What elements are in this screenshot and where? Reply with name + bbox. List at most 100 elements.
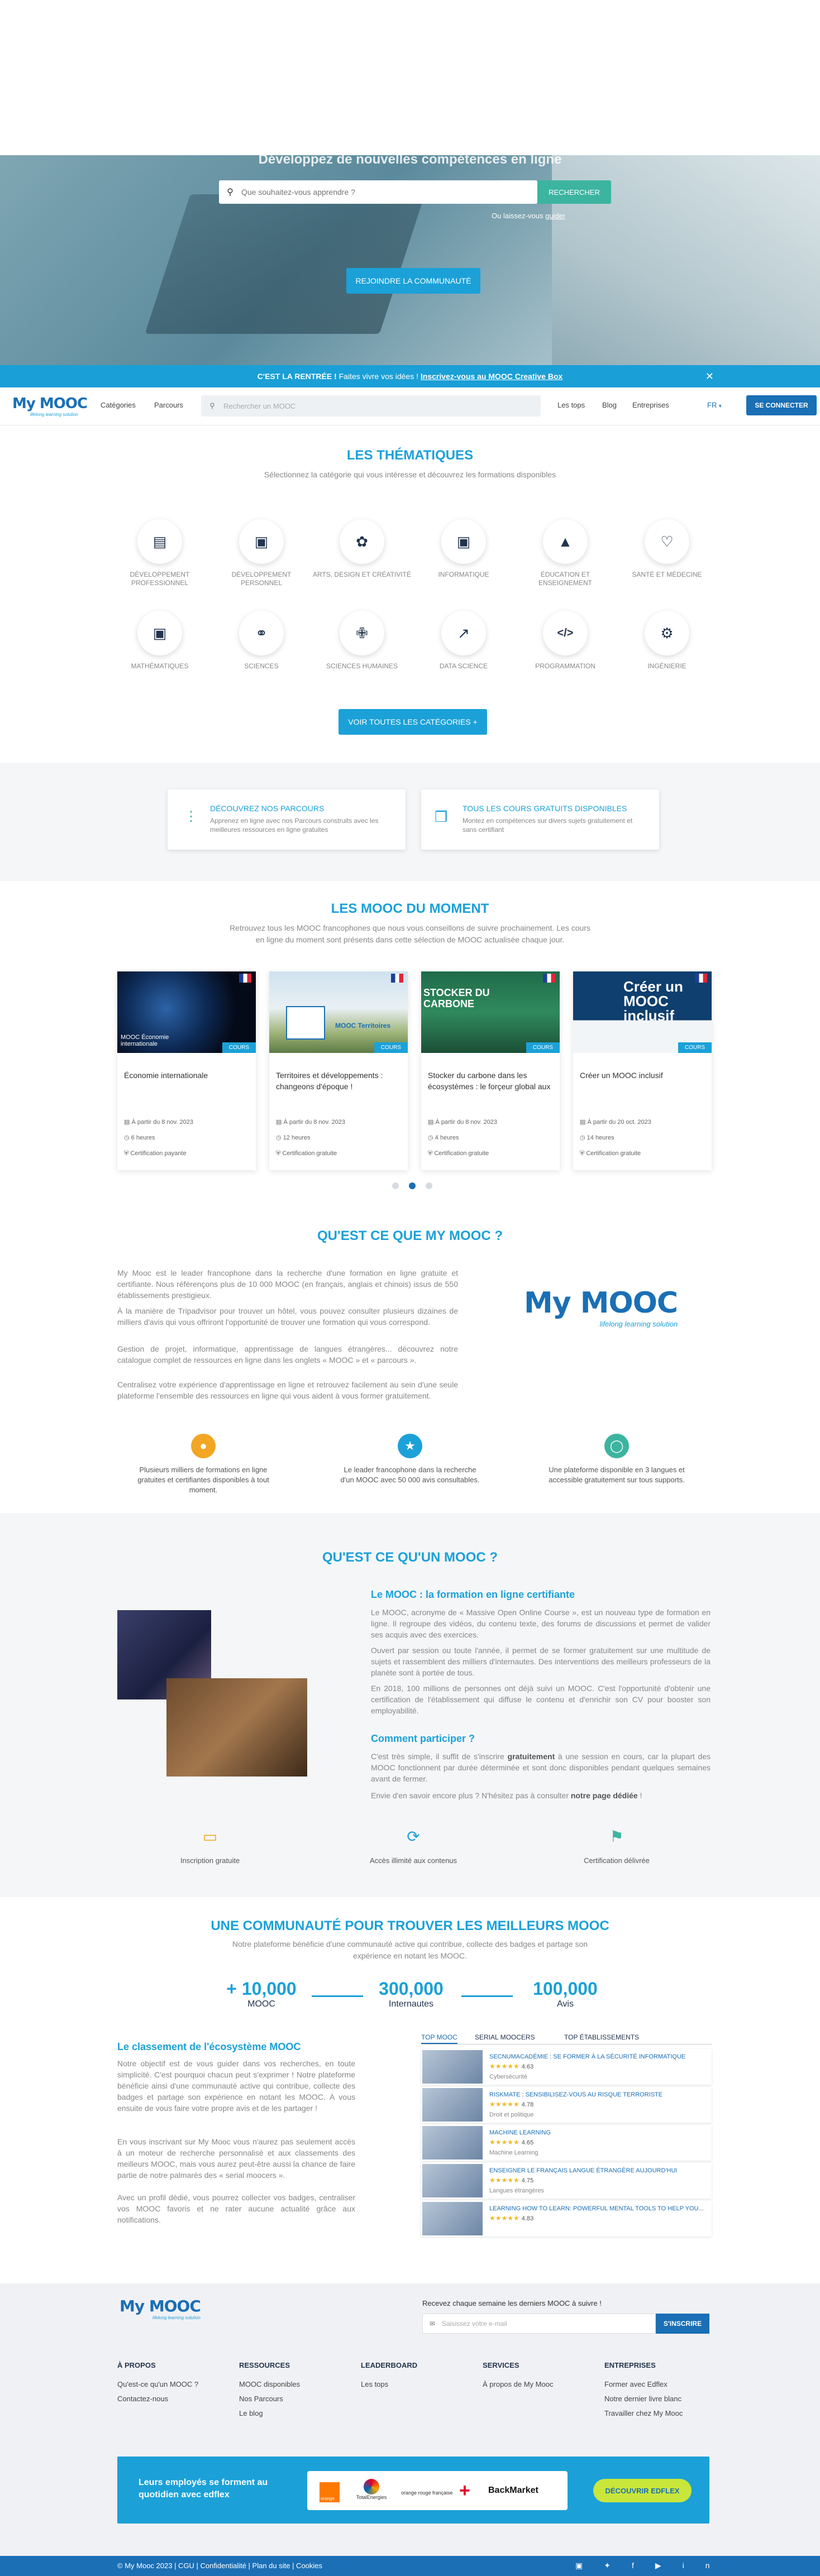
stat-divider bbox=[312, 1995, 363, 1997]
leaderboard-category: Cybersécurité bbox=[489, 2074, 527, 2080]
calendar-icon: ▤ bbox=[580, 1119, 588, 1126]
orange-logo: orange bbox=[320, 2482, 340, 2502]
hero-guide-link[interactable]: guider bbox=[545, 212, 565, 220]
edflex-line: quotidien avec edflex bbox=[139, 2490, 230, 2500]
theme-maths[interactable]: ▣ MATHÉMATIQUES bbox=[109, 611, 210, 671]
banner-link[interactable]: Inscrivez-vous au MOOC Creative Box bbox=[421, 372, 562, 381]
free-courses-card[interactable]: ❒ TOUS LES COURS GRATUITS DISPONIBLES Mo… bbox=[421, 789, 659, 850]
mooc-def-paragraph: Ouvert par session ou toute l'année, il … bbox=[371, 1646, 711, 1677]
graduation-cap-icon: ▲ bbox=[543, 519, 588, 564]
newsletter-placeholder: Saisissez votre e-mail bbox=[442, 2320, 507, 2328]
mooc-card[interactable]: Créer un MOOC inclusif COURS Créer un MO… bbox=[573, 971, 712, 1170]
leaderboard-item[interactable]: MACHINE LEARNING ★★★★★ 4.65 Machine Learnin… bbox=[421, 2125, 712, 2161]
subscribe-button[interactable]: S'INSCRIRE bbox=[656, 2314, 709, 2334]
theme-dev-pro[interactable]: ▤ DÉVELOPPEMENT PROFESSIONNEL bbox=[109, 519, 210, 587]
theme-programmation[interactable]: </> PROGRAMMATION bbox=[515, 611, 616, 671]
footer-logo[interactable]: My MOOC lifelong learning solution bbox=[120, 2297, 201, 2320]
footer-col-apropos: À PROPOS Qu'est-ce qu'un MOOC ? Contactez-… bbox=[117, 2358, 198, 2406]
theme-arts[interactable]: ✿ ARTS, DESIGN ET CRÉATIVITÉ bbox=[312, 519, 412, 579]
footer-link[interactable]: À propos de My Mooc bbox=[483, 2377, 553, 2392]
clock-icon: ◷ bbox=[580, 1134, 587, 1141]
footer-link[interactable]: Le blog bbox=[239, 2406, 300, 2421]
tab-top-mooc[interactable]: TOP MOOC bbox=[421, 2033, 457, 2044]
connect-button[interactable]: SE CONNECTER bbox=[746, 395, 817, 415]
mooc-cert-text: Certification gratuite bbox=[282, 1150, 337, 1157]
tab-serial-moocers[interactable]: SERIAL MOOCERS bbox=[475, 2033, 535, 2041]
nav-search-placeholder[interactable]: Rechercher un MOOC bbox=[223, 402, 295, 410]
carousel-dot[interactable] bbox=[426, 1182, 432, 1189]
leaderboard-item[interactable]: SECNUMACADÉMIE : SE FORMER À LA SÉCURITÉ… bbox=[421, 2049, 712, 2085]
footer-logo-sub: lifelong learning solution bbox=[152, 2315, 201, 2320]
nav-link-entreprises[interactable]: Entreprises bbox=[632, 401, 669, 409]
theme-sciences[interactable]: ⚭ SCIENCES bbox=[211, 611, 312, 671]
mooc-def-feature: ▭ Inscription gratuite bbox=[137, 1825, 283, 1866]
close-icon[interactable]: ✕ bbox=[705, 371, 714, 382]
dedicated-page-link[interactable]: notre page dédiée bbox=[571, 1791, 638, 1800]
refresh-icon: ⟳ bbox=[407, 1828, 420, 1845]
carousel-dot-active[interactable] bbox=[409, 1182, 416, 1189]
mooc-date-text: À partir du 8 nov. 2023 bbox=[435, 1119, 497, 1126]
theme-education[interactable]: ▲ ÉDUCATION ET ENSEIGNEMENT bbox=[515, 519, 616, 587]
join-community-button[interactable]: REJOINDRE LA COMMUNAUTÉ bbox=[346, 268, 480, 294]
nav-logo[interactable]: My MOOC lifelong learning solution bbox=[12, 395, 88, 417]
leaderboard-item[interactable]: ENSEIGNER LE FRANÇAIS LANGUE ÉTRANGÈRE A… bbox=[421, 2163, 712, 2199]
tab-top-etablissements[interactable]: TOP ÉTABLISSEMENTS bbox=[564, 2033, 639, 2041]
footer-link[interactable]: Notre dernier livre blanc bbox=[604, 2392, 683, 2406]
nav-link-tops[interactable]: Les tops bbox=[557, 401, 585, 409]
footer-link[interactable]: MOOC disponibles bbox=[239, 2377, 300, 2392]
language-selector[interactable]: FR ▾ bbox=[707, 401, 722, 409]
theme-ingenierie[interactable]: ⚙ INGÉNIERIE bbox=[617, 611, 717, 671]
mooc-card[interactable]: STOCKER DU CARBONE COURS Stocker du carb… bbox=[421, 971, 560, 1170]
flag-icon: ⚑ bbox=[609, 1828, 624, 1845]
mooc-duration-text: 12 heures bbox=[283, 1134, 311, 1141]
footer-link[interactable]: Les tops bbox=[361, 2377, 417, 2392]
theme-informatique[interactable]: ▣ INFORMATIQUE bbox=[413, 519, 514, 579]
nav-categories[interactable]: Catégories bbox=[101, 401, 136, 409]
clock-icon: ◷ bbox=[124, 1134, 131, 1141]
theme-label: PROGRAMMATION bbox=[535, 662, 595, 670]
theme-dev-perso[interactable]: ▣ DÉVELOPPEMENT PERSONNEL bbox=[211, 519, 312, 587]
parcours-card[interactable]: ⋮ DÉCOUVREZ NOS PARCOURS Apprenez en lig… bbox=[168, 789, 406, 850]
theme-data-science[interactable]: ↗ DATA SCIENCE bbox=[413, 611, 514, 671]
calendar-icon: ▤ bbox=[276, 1119, 284, 1126]
footer-link[interactable]: Nos Parcours bbox=[239, 2392, 300, 2406]
theme-sciences-humaines[interactable]: ✙ SCIENCES HUMAINES bbox=[312, 611, 412, 671]
discover-edflex-button[interactable]: DÉCOUVRIR EDFLEX bbox=[593, 2479, 692, 2502]
hero-search-button[interactable]: RECHERCHER bbox=[537, 180, 611, 204]
leaderboard-item[interactable]: RISKMATE : SENSIBILISEZ-VOUS AU RISQUE T… bbox=[421, 2087, 712, 2123]
about-logo-sub: lifelong learning solution bbox=[599, 1320, 678, 1328]
hero-search-input[interactable] bbox=[241, 188, 537, 197]
footer-link[interactable]: Qu'est-ce qu'un MOOC ? bbox=[117, 2377, 198, 2392]
footer-link[interactable]: Contactez-nous bbox=[117, 2392, 198, 2406]
hero-search-box[interactable]: ⚲ bbox=[219, 180, 537, 204]
nav-link-blog[interactable]: Blog bbox=[602, 401, 617, 409]
moment-subtitle-1: Retrouvez tous les MOOC francophones que… bbox=[230, 923, 590, 932]
footer-link[interactable]: Travailler chez My Mooc bbox=[604, 2406, 683, 2421]
mooc-image: Créer un MOOC inclusif COURS bbox=[573, 971, 712, 1053]
copyright-links[interactable]: © My Mooc 2023 | CGU | Confidentialité |… bbox=[117, 2561, 322, 2570]
all-categories-button[interactable]: VOIR TOUTES LES CATÉGORIES + bbox=[339, 709, 487, 735]
heart-icon: ♡ bbox=[645, 519, 689, 564]
facebook-icon[interactable]: f bbox=[632, 2561, 655, 2570]
footer-link[interactable]: Former avec Edflex bbox=[604, 2377, 683, 2392]
carousel-dot[interactable] bbox=[392, 1182, 399, 1189]
nav-search-box[interactable]: ⚲ Rechercher un MOOC bbox=[201, 395, 541, 416]
mooc-duration: ◷ 6 heures bbox=[124, 1130, 249, 1146]
mooc-card[interactable]: MOOC Économie internationale COURS Écono… bbox=[117, 971, 256, 1170]
nav-parcours[interactable]: Parcours bbox=[154, 401, 183, 409]
newsletter-input[interactable]: ✉ Saisissez votre e-mail bbox=[422, 2314, 656, 2334]
instagram-icon[interactable]: ▣ bbox=[575, 2561, 604, 2570]
mooc-duration: ◷ 14 heures bbox=[580, 1130, 705, 1146]
leaderboard-item[interactable]: LEARNING HOW TO LEARN: POWERFUL MENTAL T… bbox=[421, 2201, 712, 2237]
mooc-image-text: MOOC Économie internationale bbox=[121, 1034, 169, 1047]
shield-icon: ⛨ bbox=[124, 1150, 131, 1157]
linkedin-icon[interactable]: in bbox=[683, 2561, 731, 2570]
footer-col-ressources: RESSOURCES MOOC disponibles Nos Parcours Le… bbox=[239, 2358, 300, 2421]
mooc-def-feature-text: Accès illimité aux contenus bbox=[369, 1856, 457, 1865]
rating-stars: ★★★★★ 4.65 bbox=[489, 2138, 534, 2146]
theme-sante[interactable]: ♡ SANTÉ ET MÉDECINE bbox=[617, 519, 717, 579]
mooc-card[interactable]: MOOC Territoires COURS Territoires et dé… bbox=[269, 971, 408, 1170]
free-courses-desc: Montez en compétences sur divers sujets … bbox=[463, 817, 633, 834]
twitter-icon[interactable]: ✦ bbox=[604, 2561, 632, 2570]
youtube-icon[interactable]: ▶ bbox=[655, 2561, 683, 2570]
